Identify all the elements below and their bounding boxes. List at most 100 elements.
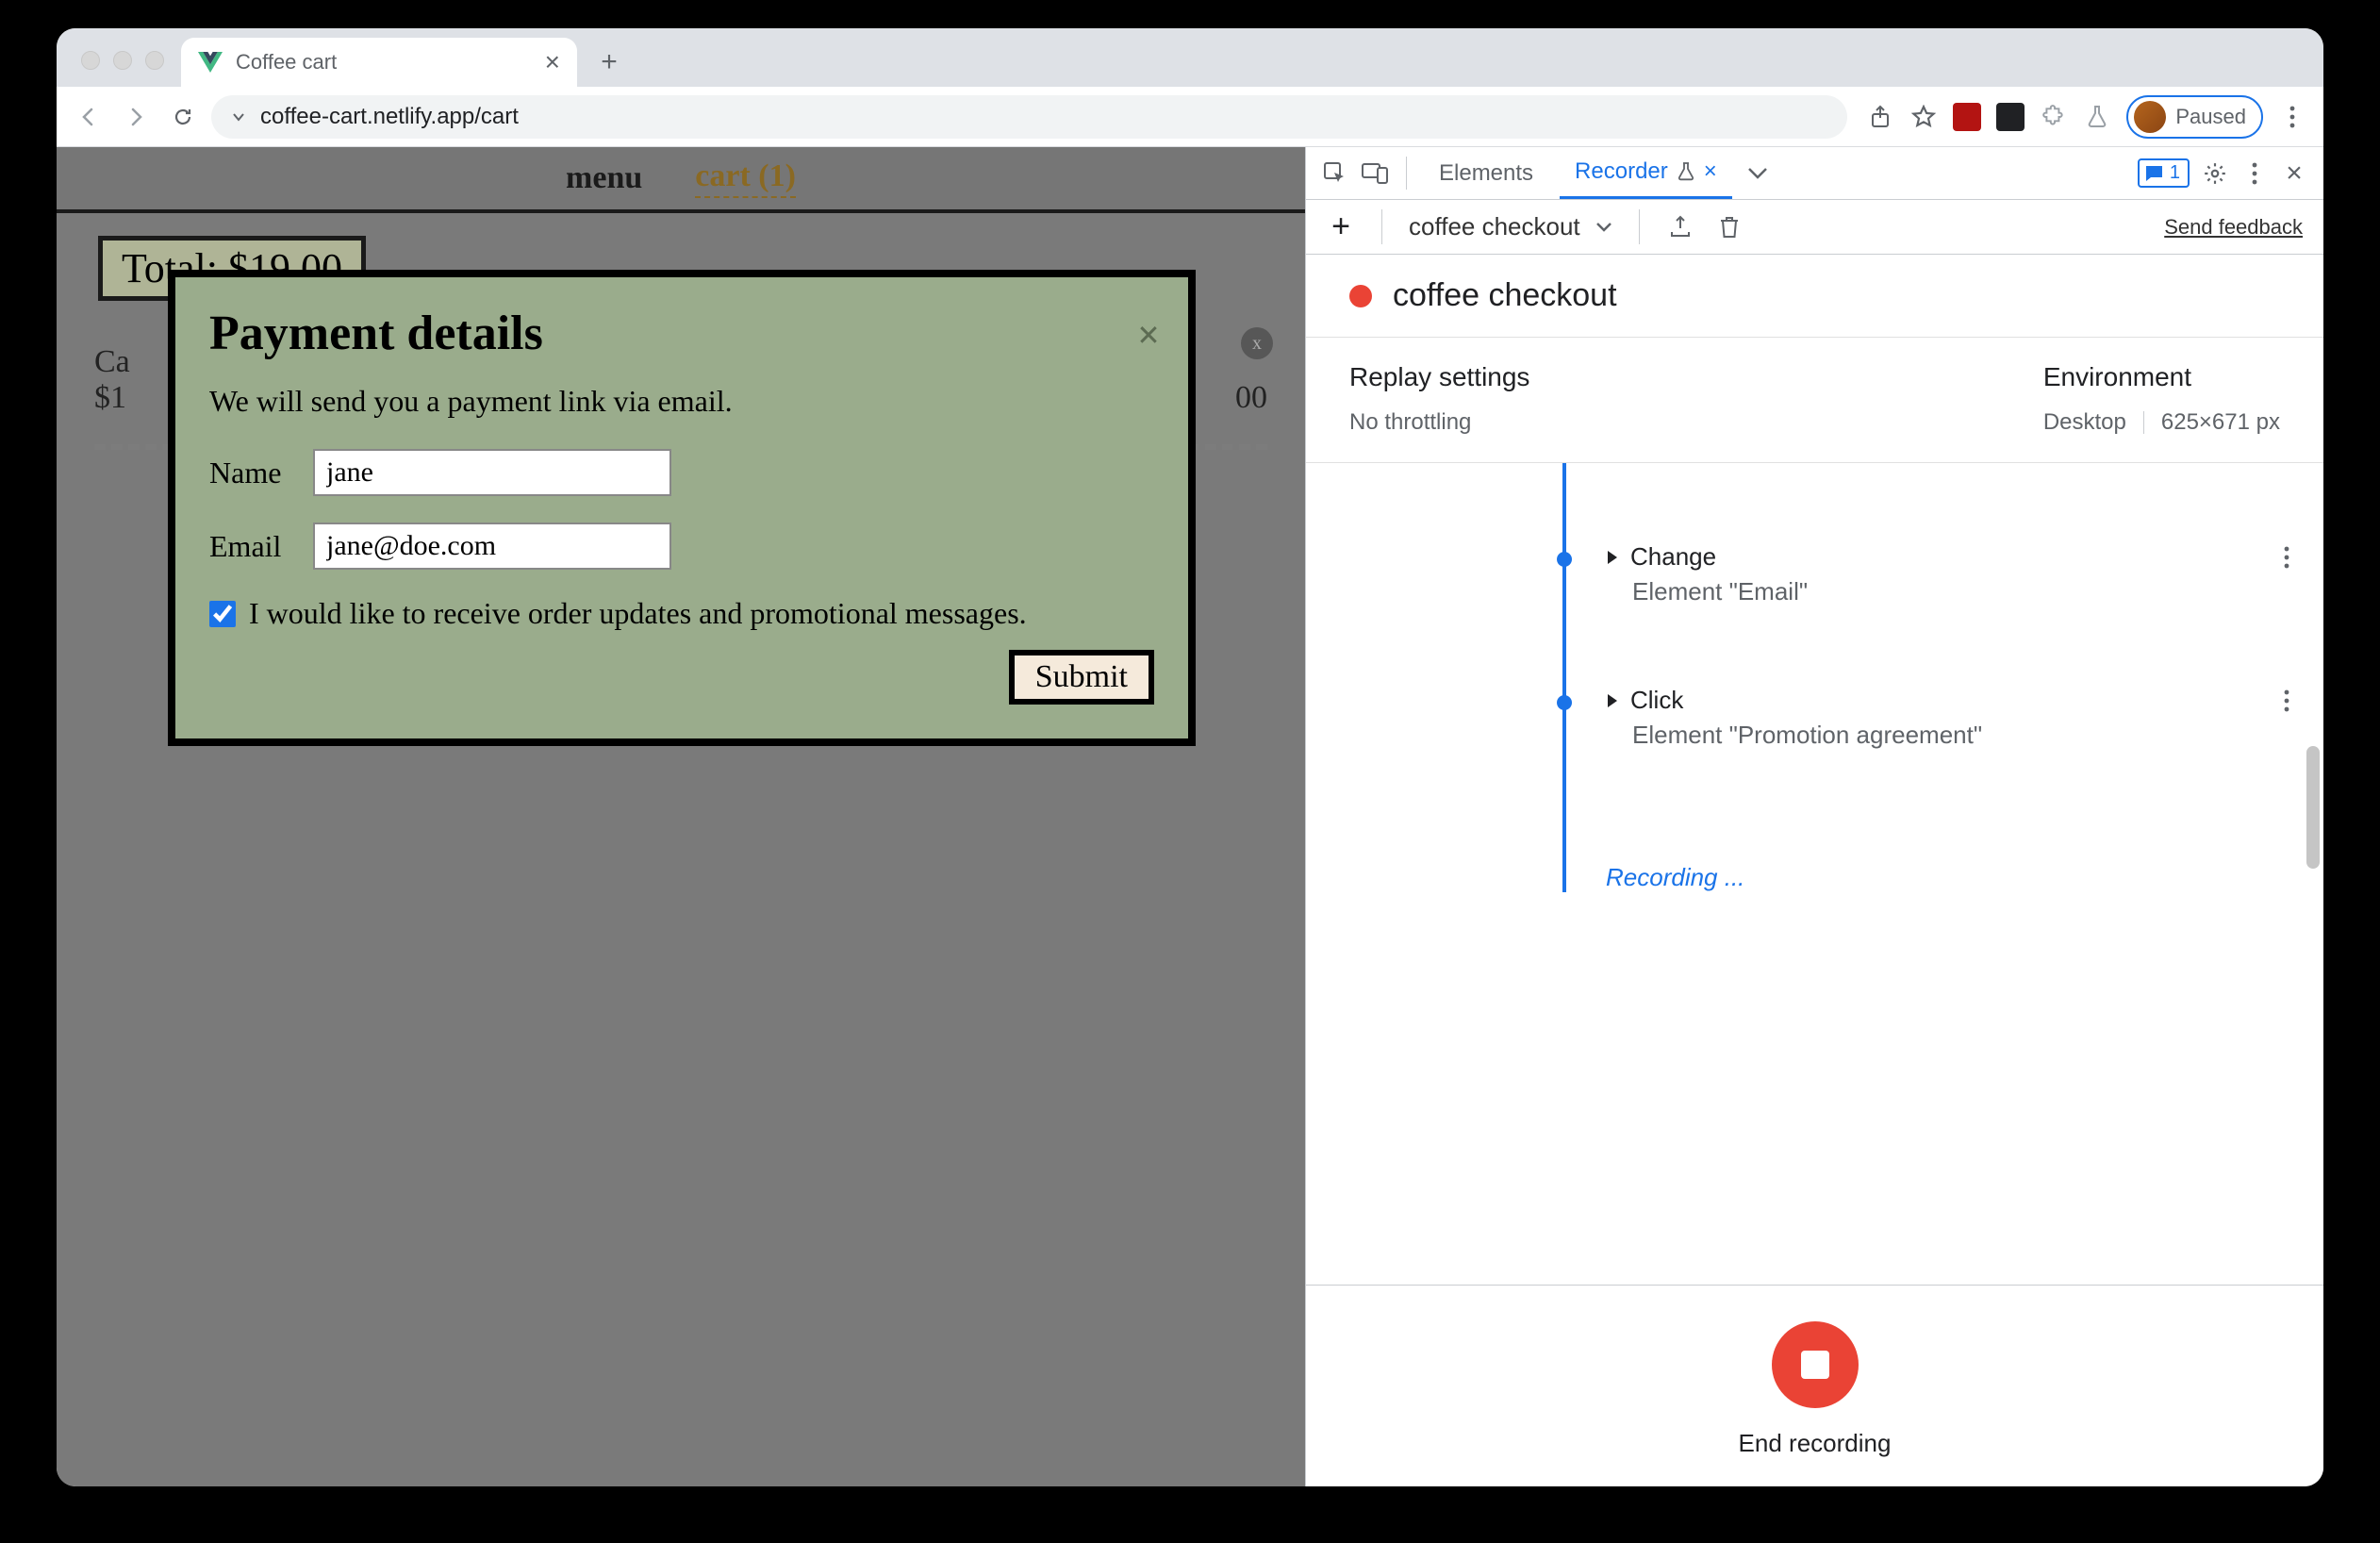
separator <box>1381 209 1382 244</box>
recording-header: coffee checkout <box>1306 255 2323 338</box>
browser-window: Coffee cart × + coffee-cart.netlify.app/… <box>57 28 2323 1486</box>
cart-item-price-left: $1 <box>94 380 126 415</box>
tab-elements[interactable]: Elements <box>1424 147 1548 199</box>
device-toggle-icon[interactable] <box>1361 159 1389 188</box>
url-text: coffee-cart.netlify.app/cart <box>260 104 519 130</box>
window-controls <box>75 51 181 87</box>
recorder-settings: Replay settings No throttling Environmen… <box>1306 338 2323 463</box>
email-label: Email <box>209 529 298 564</box>
reload-button[interactable] <box>164 98 202 136</box>
more-tabs-icon[interactable] <box>1744 159 1772 188</box>
browser-tab[interactable]: Coffee cart × <box>181 38 577 87</box>
submit-button[interactable]: Submit <box>1009 650 1154 705</box>
stop-icon <box>1801 1351 1829 1379</box>
step-row[interactable]: Click Element "Promotion agreement" <box>1557 686 2289 750</box>
forward-button[interactable] <box>117 98 155 136</box>
name-input[interactable] <box>313 449 671 496</box>
profile-paused-pill[interactable]: Paused <box>2126 95 2263 139</box>
end-recording-button[interactable] <box>1772 1321 1859 1408</box>
window-minimize[interactable] <box>113 51 132 70</box>
tab-title: Coffee cart <box>236 50 532 75</box>
extensions-puzzle-icon[interactable] <box>2040 103 2068 131</box>
tab-close-icon[interactable]: × <box>545 49 560 75</box>
chevron-down-icon <box>1595 222 1612 233</box>
content: menu cart (1) Total: $19.00 Ca $1 00 x ×… <box>57 147 2323 1486</box>
devtools-tabbar: Elements Recorder × 1 <box>1306 147 2323 200</box>
remove-item-button[interactable]: x <box>1241 327 1273 359</box>
name-label: Name <box>209 456 298 490</box>
export-icon[interactable] <box>1666 213 1694 241</box>
url-field[interactable]: coffee-cart.netlify.app/cart <box>211 95 1847 139</box>
recording-indicator-icon <box>1349 285 1372 307</box>
email-input[interactable] <box>313 523 671 570</box>
separator <box>2143 411 2144 434</box>
step-menu-icon[interactable] <box>2284 546 2289 573</box>
reload-icon <box>172 106 194 128</box>
window-zoom[interactable] <box>145 51 164 70</box>
close-icon[interactable]: × <box>1704 158 1717 185</box>
app-nav: menu cart (1) <box>57 147 1305 213</box>
scrollbar[interactable] <box>2306 746 2320 869</box>
step-action: Click <box>1630 686 1683 715</box>
step-menu-icon[interactable] <box>2284 689 2289 717</box>
recording-select[interactable]: coffee checkout <box>1409 212 1612 241</box>
devtools-close-icon[interactable]: × <box>2280 159 2308 188</box>
delete-icon[interactable] <box>1715 213 1744 241</box>
cart-item-name: Ca <box>94 344 130 379</box>
window-close[interactable] <box>81 51 100 70</box>
app-page: menu cart (1) Total: $19.00 Ca $1 00 x ×… <box>57 147 1305 1486</box>
throttling-value[interactable]: No throttling <box>1349 409 1529 436</box>
env-dims: 625×671 px <box>2161 409 2280 436</box>
disclosure-icon[interactable] <box>1606 692 1619 709</box>
promo-checkbox[interactable] <box>209 601 236 627</box>
end-recording-label: End recording <box>1739 1429 1892 1458</box>
timeline-line <box>1562 463 1566 892</box>
extension-icon[interactable] <box>1953 103 1981 131</box>
recording-status: Recording ... <box>1557 863 2289 892</box>
recorder-toolbar: + coffee checkout Send feedback <box>1306 200 2323 255</box>
arrow-left-icon <box>77 106 100 128</box>
replay-settings-title: Replay settings <box>1349 362 1529 392</box>
profile-status: Paused <box>2175 105 2246 129</box>
back-button[interactable] <box>70 98 107 136</box>
modal-close-icon[interactable]: × <box>1137 313 1160 358</box>
new-tab-button[interactable]: + <box>588 41 630 83</box>
avatar-icon <box>2134 101 2166 133</box>
modal-subtitle: We will send you a payment link via emai… <box>209 384 1154 419</box>
labs-flask-icon[interactable] <box>2083 103 2111 131</box>
promo-label: I would like to receive order updates an… <box>249 596 1027 631</box>
step-detail: Element "Promotion agreement" <box>1606 721 2289 750</box>
separator <box>1639 209 1640 244</box>
nav-menu[interactable]: menu <box>566 160 642 196</box>
bookmark-star-icon[interactable] <box>1909 103 1938 131</box>
devtools-panel: Elements Recorder × 1 <box>1305 147 2323 1486</box>
nav-cart[interactable]: cart (1) <box>695 158 796 198</box>
step-detail: Element "Email" <box>1606 577 2289 606</box>
cart-item-price-right: 00 <box>1235 380 1267 415</box>
separator <box>1406 157 1407 190</box>
new-recording-icon[interactable]: + <box>1327 213 1355 241</box>
flask-icon <box>1678 162 1694 181</box>
step-row[interactable]: Change Element "Email" <box>1557 542 2289 606</box>
step-action: Change <box>1630 542 1716 572</box>
arrow-right-icon <box>124 106 147 128</box>
send-feedback-link[interactable]: Send feedback <box>2164 215 2303 240</box>
site-info-icon[interactable] <box>230 108 247 125</box>
tab-recorder[interactable]: Recorder × <box>1560 147 1732 199</box>
url-bar: coffee-cart.netlify.app/cart Paused <box>57 87 2323 147</box>
url-actions: Paused <box>1857 95 2310 139</box>
recording-title: coffee checkout <box>1393 277 1617 314</box>
share-icon[interactable] <box>1866 103 1894 131</box>
extension-icon[interactable] <box>1996 103 2025 131</box>
inspect-icon[interactable] <box>1321 159 1349 188</box>
disclosure-icon[interactable] <box>1606 549 1619 566</box>
recorder-footer: End recording <box>1306 1285 2323 1486</box>
kebab-menu-icon[interactable] <box>2240 159 2269 188</box>
browser-menu-icon[interactable] <box>2278 103 2306 131</box>
settings-gear-icon[interactable] <box>2201 159 2229 188</box>
modal-title: Payment details <box>209 306 1154 361</box>
issues-badge[interactable]: 1 <box>2138 158 2190 188</box>
environment-title: Environment <box>2043 362 2280 392</box>
vue-icon <box>198 52 223 73</box>
env-device: Desktop <box>2043 409 2126 436</box>
